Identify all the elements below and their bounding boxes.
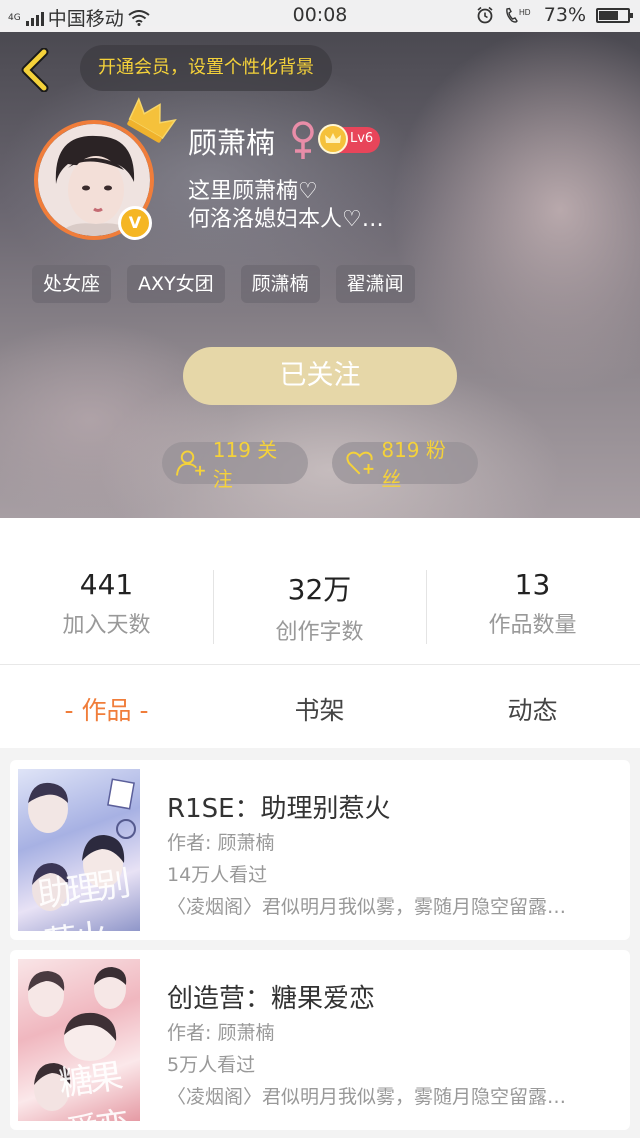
- crown-icon: [127, 97, 177, 143]
- battery-fill: [599, 10, 618, 20]
- alarm-icon: [477, 6, 493, 24]
- cover-title: 助理别惹火: [34, 863, 130, 931]
- stat-works-count: 13 作品数量: [426, 568, 639, 639]
- book-card[interactable]: 助理别惹火 R1SE：助理别惹火 作者: 顾萧楠 14万人看过 〈凌烟阁〉君似明…: [10, 760, 630, 940]
- book-title: 创造营：糖果爱恋: [167, 984, 376, 1014]
- tag-item[interactable]: AXY女团: [127, 265, 225, 303]
- following-icon: [176, 450, 205, 476]
- book-title: R1SE：助理别惹火: [167, 794, 391, 824]
- book-views: 14万人看过: [167, 864, 268, 886]
- tag-item[interactable]: 顾潇楠: [240, 265, 320, 303]
- tab-bar: - 作品 - 书架 动态: [0, 664, 640, 748]
- stat-join-days: 441 加入天数: [0, 568, 213, 639]
- following-button[interactable]: 119 关注: [162, 438, 308, 491]
- verified-badge: V: [118, 206, 152, 240]
- tab-bookshelf[interactable]: 书架: [213, 691, 426, 727]
- female-icon: [292, 121, 314, 159]
- stat-value: 13: [514, 568, 551, 601]
- user-name: 顾萧楠: [188, 126, 276, 160]
- follow-button[interactable]: 已关注: [183, 347, 457, 405]
- book-cover[interactable]: 糖果爱恋: [18, 959, 140, 1121]
- following-count: 119 关注: [212, 438, 278, 491]
- level-text: Lv6: [350, 131, 374, 146]
- book-author: 作者: 顾萧楠: [167, 1022, 275, 1044]
- bio: 这里顾萧楠♡ 何洛洛媳妇本人♡…: [188, 178, 384, 234]
- book-card[interactable]: 糖果爱恋 创造营：糖果爱恋 作者: 顾萧楠 5万人看过 〈凌烟阁〉君似明月我似雾…: [10, 950, 630, 1130]
- tab-works[interactable]: - 作品 -: [0, 691, 213, 727]
- status-right: HD 73%: [476, 4, 633, 26]
- svg-text:HD: HD: [519, 8, 531, 17]
- cover-title: 糖果爱恋: [56, 1056, 129, 1121]
- fans-button[interactable]: 819 粉丝: [332, 438, 478, 491]
- profile-header: 4G 中国移动 00:08 HD 73% 开通会员，设置个性化背景 V 顾萧楠 …: [0, 0, 640, 518]
- stat-label: 加入天数: [62, 613, 151, 638]
- stats-panel: 441 加入天数 32万 创作字数 13 作品数量: [0, 518, 640, 664]
- level-crown-icon: [318, 124, 348, 154]
- bio-line-1: 这里顾萧楠♡: [188, 179, 318, 204]
- stat-value: 441: [79, 568, 134, 601]
- battery-percent: 73%: [543, 4, 586, 26]
- tab-activity[interactable]: 动态: [426, 691, 639, 727]
- fans-count: 819 粉丝: [381, 438, 446, 491]
- vip-banner[interactable]: 开通会员，设置个性化背景: [80, 45, 332, 91]
- book-author: 作者: 顾萧楠: [167, 832, 275, 854]
- level-badge: Lv6: [318, 124, 380, 154]
- stat-word-count: 32万 创作字数: [213, 568, 426, 646]
- stat-label: 创作字数: [275, 620, 364, 645]
- back-arrow-icon[interactable]: [16, 48, 56, 92]
- tag-item[interactable]: 翟潇闻: [335, 265, 415, 303]
- bio-line-2: 何洛洛媳妇本人♡…: [188, 207, 384, 232]
- fans-icon: [346, 451, 374, 475]
- tag-item[interactable]: 处女座: [32, 265, 112, 303]
- stat-label: 作品数量: [488, 613, 577, 638]
- battery-icon: [596, 7, 633, 23]
- book-views: 5万人看过: [167, 1054, 256, 1076]
- tag-list: 处女座 AXY女团 顾潇楠 翟潇闻: [32, 265, 415, 303]
- book-description: 〈凌烟阁〉君似明月我似雾，雾随月隐空留露…: [167, 1086, 567, 1108]
- stat-value: 32万: [287, 573, 352, 606]
- book-description: 〈凌烟阁〉君似明月我似雾，雾随月隐空留露…: [167, 896, 567, 918]
- hd-call-icon: HD: [505, 7, 531, 23]
- status-bar: 4G 中国移动 00:08 HD 73%: [0, 0, 640, 32]
- book-cover[interactable]: 助理别惹火: [18, 769, 140, 931]
